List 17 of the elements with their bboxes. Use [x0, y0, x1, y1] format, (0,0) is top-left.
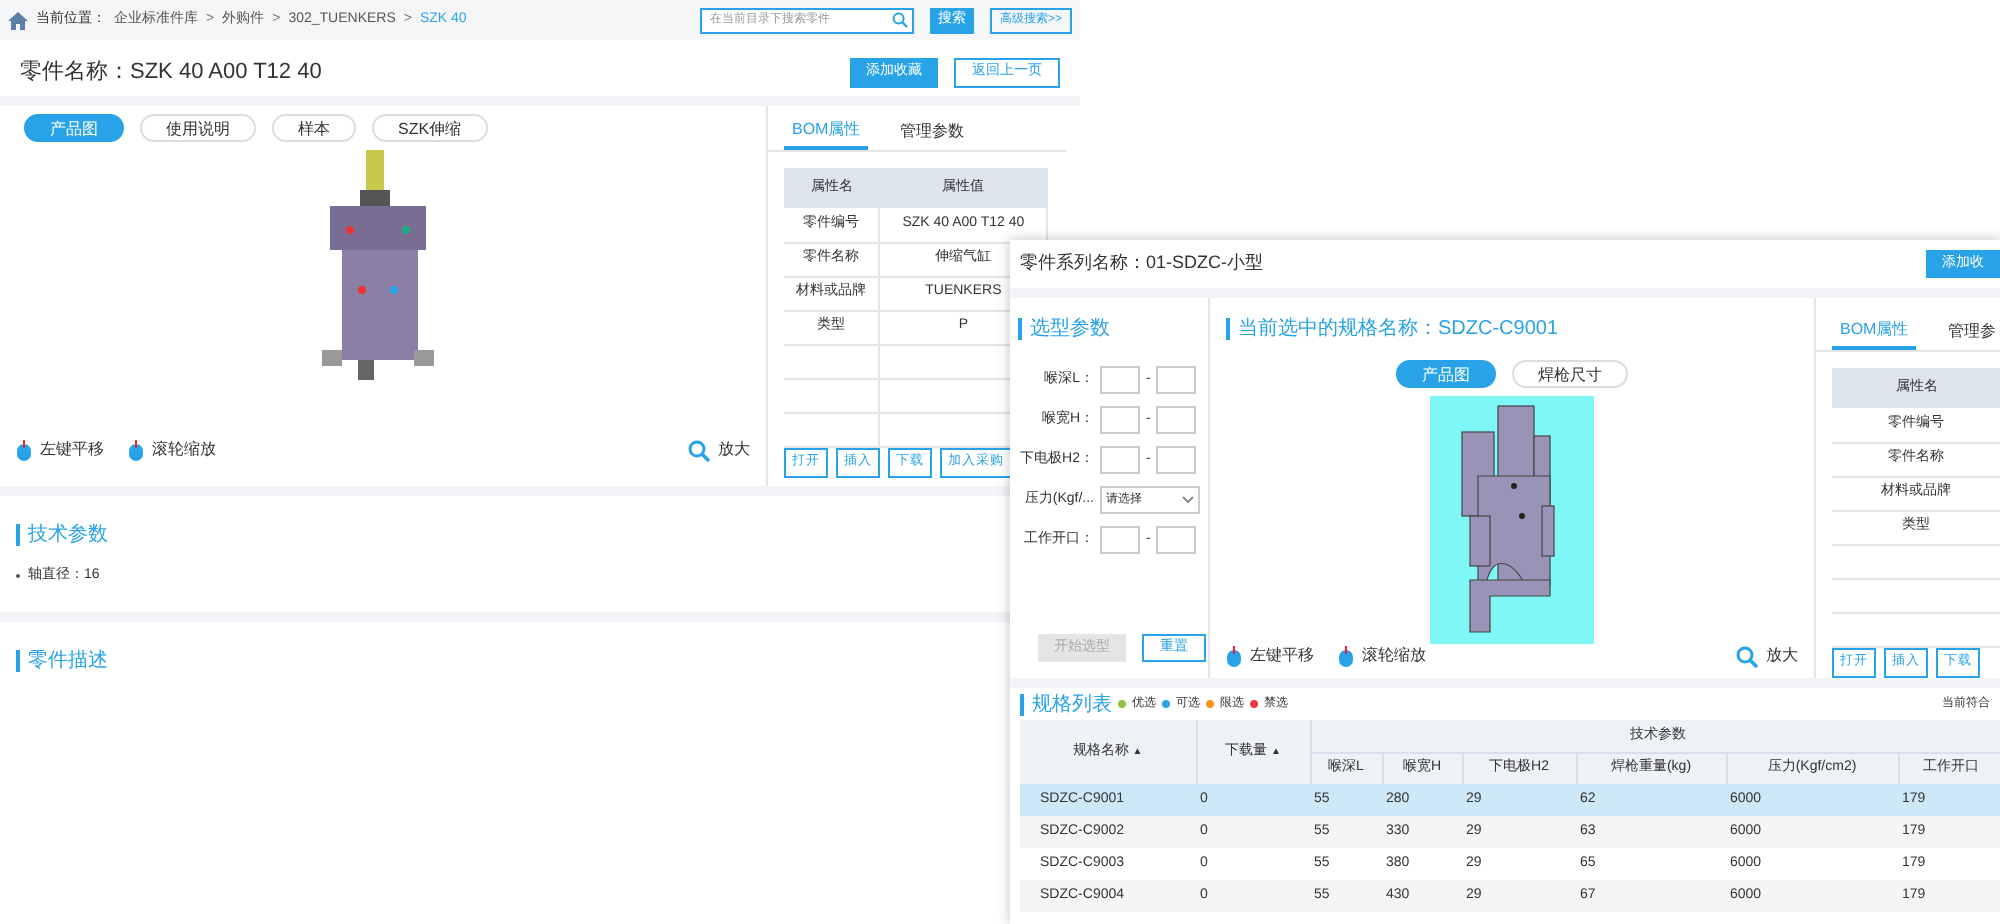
part-title: 零件名称：SZK 40 A00 T12 40 [20, 57, 324, 88]
zoom-link[interactable]: 放大 [1766, 644, 1798, 668]
view-tab[interactable]: 焊枪尺寸 [1512, 360, 1628, 388]
view-tab[interactable]: 样本 [272, 114, 356, 142]
property-tab[interactable]: 管理参 [1940, 314, 2000, 350]
viewer-hint: 滚轮缩放 [152, 438, 216, 462]
view-tab[interactable]: 使用说明 [140, 114, 256, 142]
view-tab[interactable]: SZK伸缩 [372, 114, 488, 142]
viewer-hint: 左键平移 [40, 438, 104, 462]
section-title: 技术参数 [28, 521, 108, 550]
viewer-hint: 滚轮缩放 [1362, 644, 1426, 668]
viewer-hint: 左键平移 [1250, 644, 1314, 668]
property-tab[interactable]: 管理参数 [892, 114, 973, 150]
zoom-link[interactable]: 放大 [718, 438, 750, 462]
section-title: 当前选中的规格名称：SDZC-C9001 [1238, 315, 1559, 344]
section-title: 零件描述 [28, 647, 108, 675]
section-title: 规格列表 [1032, 691, 1112, 719]
